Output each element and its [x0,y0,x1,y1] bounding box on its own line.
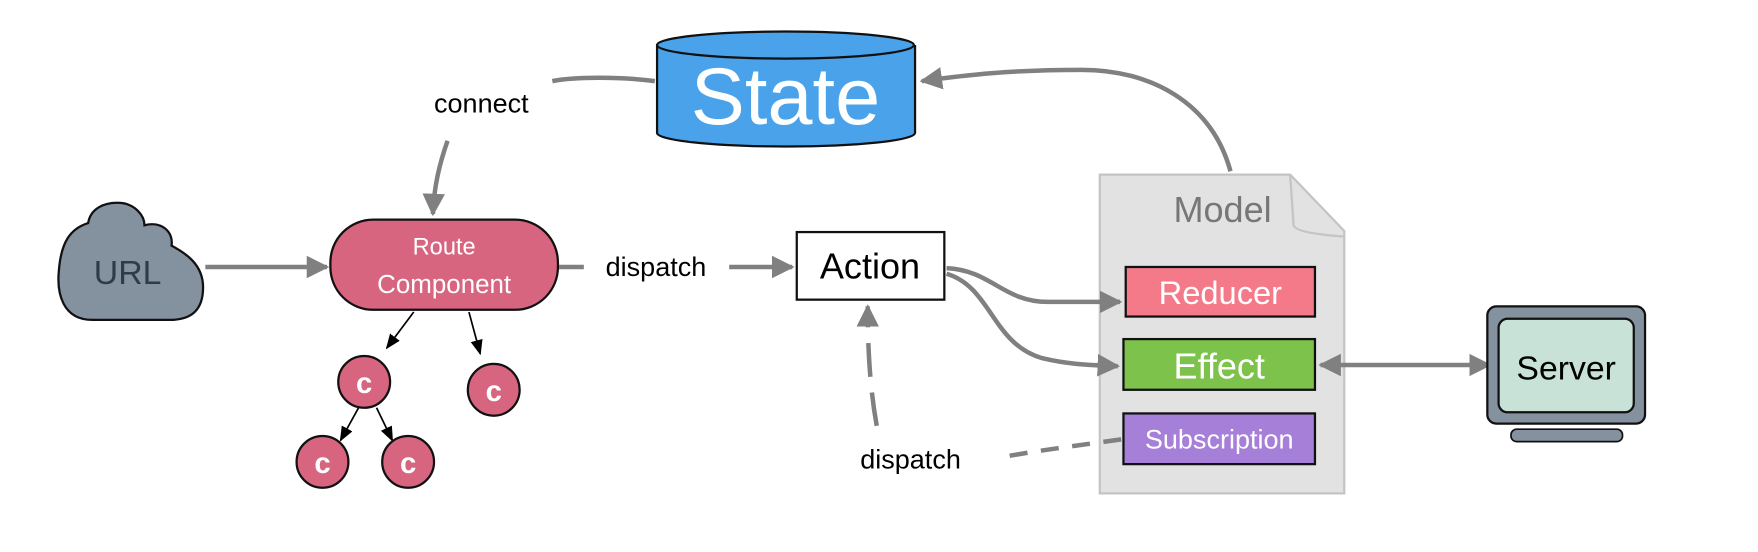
child-label: c [356,367,372,400]
connect-arrow [422,140,450,217]
action-to-reducer-arrow [946,265,1123,314]
child-component: c [295,434,350,489]
action-label: Action [820,245,920,286]
state-store: State [655,30,917,148]
subscription-node: Subscription [1122,412,1317,466]
child-label: c [400,447,416,480]
child-arrow [385,311,415,350]
child-component: c [337,354,392,409]
url-cloud: URL [57,201,205,322]
connect-edge-top [551,75,656,84]
model-to-state-arrow [919,67,1233,172]
dispatch-label-top: dispatch [606,252,707,282]
child-arrow [339,407,360,442]
child-label: c [314,447,330,480]
effect-node: Effect [1122,337,1317,391]
action-node: Action [795,230,946,301]
server-label: Server [1516,350,1615,388]
subscription-label: Subscription [1145,424,1294,454]
child-arrow [468,311,483,356]
state-label: State [691,52,880,142]
connect-label: connect [434,89,529,119]
reducer-label: Reducer [1159,274,1283,311]
architecture-diagram: State connect URL Route Component c c c … [57,30,1647,495]
child-label: c [486,375,502,408]
reducer-node: Reducer [1124,265,1317,318]
action-to-effect-arrow [945,271,1121,377]
child-component: c [381,434,436,489]
child-component: c [466,362,521,417]
child-arrow [375,407,394,442]
dispatch-arrow-bottom [856,304,880,427]
dispatch-label-bottom: dispatch [860,445,961,475]
server-monitor-icon: Server [1486,305,1647,443]
route-label-line2: Component [377,271,512,299]
effect-label: Effect [1173,346,1264,387]
model-label: Model [1174,189,1272,230]
url-label: URL [94,254,162,292]
route-label-line1: Route [413,235,476,261]
